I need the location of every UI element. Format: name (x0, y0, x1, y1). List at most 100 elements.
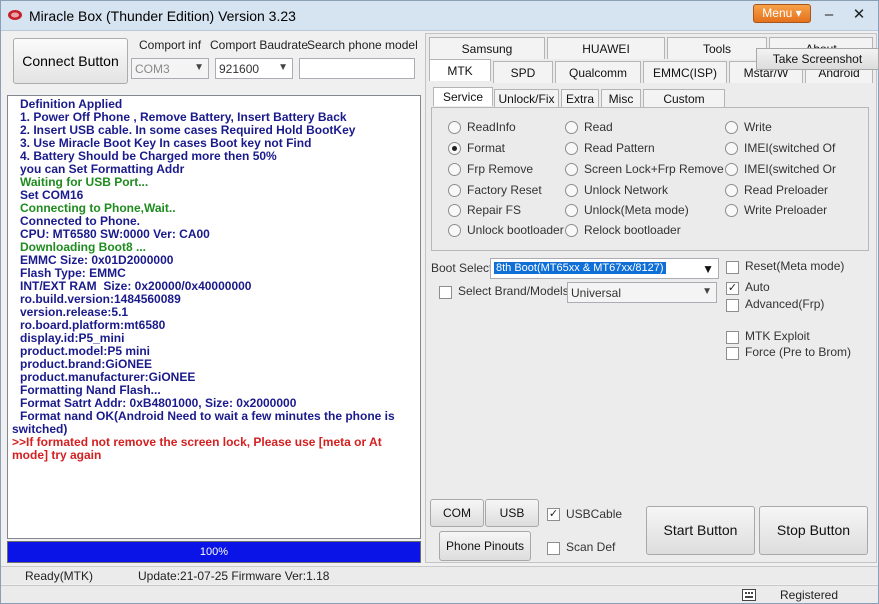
baud-select[interactable]: 921600 ▼ (215, 58, 293, 79)
tab-emmc-isp[interactable]: EMMC(ISP) (643, 61, 727, 83)
option-read-pattern-label: Read Pattern (584, 141, 655, 155)
radio-read[interactable] (565, 121, 578, 134)
radio-factory-reset[interactable] (448, 184, 461, 197)
status-mode: Ready(MTK) (25, 569, 94, 583)
chevron-down-icon: ▾ (795, 6, 802, 20)
status-bar: Ready(MTK) Update:21-07-25 Firmware Ver:… (1, 566, 878, 584)
checkbox-advanced-frp[interactable] (726, 299, 739, 312)
force-brom-label: Force (Pre to Brom) (745, 345, 852, 359)
search-label: Search phone model (307, 38, 418, 52)
radio-write-preloader[interactable] (725, 204, 738, 217)
scan-def-label: Scan Def (566, 540, 616, 554)
subtab-service[interactable]: Service (433, 87, 493, 106)
advanced-frp-label: Advanced(Frp) (745, 297, 825, 311)
baud-value: 921600 (219, 62, 260, 76)
subtab-unlock-fix[interactable]: Unlock/Fix (494, 89, 559, 108)
option-read-label: Read (584, 120, 613, 134)
option-screen-lock-frp-label: Screen Lock+Frp Remove (584, 162, 724, 176)
boot-select-label: Boot Select: (431, 261, 496, 275)
window-title: Miracle Box (Thunder Edition) Version 3.… (29, 8, 296, 24)
title-bar: Miracle Box (Thunder Edition) Version 3.… (1, 1, 878, 31)
log-line: Format nand OK(Android Need to wait a fe… (12, 409, 399, 436)
option-read-preloader-label: Read Preloader (744, 183, 829, 197)
dropdown-arrow-icon: ▼ (702, 286, 712, 297)
take-screenshot-button[interactable]: Take Screenshot (756, 48, 879, 70)
radio-repair-fs[interactable] (448, 204, 461, 217)
start-button[interactable]: Start Button (646, 506, 755, 555)
option-repair-fs-label: Repair FS (467, 203, 522, 217)
radio-imei-off[interactable] (725, 142, 738, 155)
option-unlock-meta-label: Unlock(Meta mode) (584, 203, 689, 217)
radio-imei-on[interactable] (725, 163, 738, 176)
menu-label: Menu (762, 6, 793, 20)
comport-label: Comport inf (139, 38, 202, 52)
tab-tools[interactable]: Tools (667, 37, 767, 59)
radio-unlock-bootloader[interactable] (448, 224, 461, 237)
phone-pinouts-button[interactable]: Phone Pinouts (439, 531, 531, 561)
subtab-misc[interactable]: Misc (601, 89, 641, 108)
brand-select-value: Universal (571, 286, 622, 300)
progress-label: 100% (199, 546, 229, 558)
app-window: Miracle Box (Thunder Edition) Version 3.… (0, 0, 879, 604)
usb-scan-button[interactable]: USB Scan (485, 499, 539, 546)
menu-button[interactable]: Menu ▾ (753, 4, 811, 23)
radio-read-preloader[interactable] (725, 184, 738, 197)
subtab-extra[interactable]: Extra (561, 89, 599, 108)
radio-write[interactable] (725, 121, 738, 134)
tab-spd[interactable]: SPD (493, 61, 553, 83)
dropdown-arrow-icon: ▼ (702, 262, 714, 276)
checkbox-reset-meta[interactable] (726, 261, 739, 274)
connect-button[interactable]: Connect Button (13, 38, 128, 84)
option-frp-remove-label: Frp Remove (467, 162, 534, 176)
subtab-custom-setting[interactable]: Custom Setting (643, 89, 725, 124)
checkbox-auto[interactable]: ✓ (726, 282, 739, 295)
option-write-label: Write (744, 120, 772, 134)
com-scan-button[interactable]: COM Scan (430, 499, 484, 546)
log-output: Definition Applied 1. Power Off Phone , R… (7, 95, 421, 539)
option-imei-on-label: IMEI(switched Or (744, 162, 837, 176)
option-write-preloader-label: Write Preloader (744, 203, 828, 217)
mtk-exploit-label: MTK Exploit (745, 329, 810, 343)
checkbox-force-brom[interactable] (726, 347, 739, 360)
boot-select[interactable]: 8th Boot(MT65xx & MT67xx/8127) ▼ (490, 258, 719, 279)
radio-screen-lock-frp[interactable] (565, 163, 578, 176)
checkbox-mtk-exploit[interactable] (726, 331, 739, 344)
minimize-button[interactable]: – (817, 5, 841, 25)
radio-format[interactable] (448, 142, 461, 155)
usbcable-label: USBCable (566, 507, 623, 521)
dropdown-arrow-icon: ▼ (278, 62, 288, 73)
auto-label: Auto (745, 280, 770, 294)
brand-select[interactable]: Universal ▼ (567, 282, 717, 303)
registration-bar: Registered (1, 585, 878, 603)
checkbox-select-brand[interactable] (439, 286, 452, 299)
radio-readinfo[interactable] (448, 121, 461, 134)
connection-panel: Connect Button Comport inf COM3 ▼ Compor… (9, 33, 421, 91)
option-factory-reset-label: Factory Reset (467, 183, 542, 197)
tab-huawei[interactable]: HUAWEI (547, 37, 665, 59)
option-format-label: Format (467, 141, 506, 155)
stop-button[interactable]: Stop Button (759, 506, 868, 555)
keyboard-icon (742, 589, 756, 601)
select-brand-label: Select Brand/Models (458, 284, 569, 298)
boot-select-value: 8th Boot(MT65xx & MT67xx/8127) (494, 262, 666, 274)
radio-unlock-meta[interactable] (565, 204, 578, 217)
radio-relock-bootloader[interactable] (565, 224, 578, 237)
progress-bar: 100% (7, 541, 421, 563)
option-unlock-bootloader-label: Unlock bootloader (467, 223, 564, 237)
tab-samsung[interactable]: Samsung (429, 37, 545, 59)
tab-qualcomm[interactable]: Qualcomm (555, 61, 641, 83)
dropdown-arrow-icon: ▼ (194, 62, 204, 73)
search-phone-input[interactable] (299, 58, 415, 79)
baud-label: Comport Baudrate (210, 38, 309, 52)
log-line: >>If formated not remove the screen lock… (12, 435, 386, 462)
checkbox-usbcable[interactable]: ✓ (547, 508, 560, 521)
tab-mtk[interactable]: MTK (429, 59, 491, 81)
status-update: Update:21-07-25 Firmware Ver:1.18 (138, 569, 330, 583)
comport-select[interactable]: COM3 ▼ (131, 58, 209, 79)
radio-read-pattern[interactable] (565, 142, 578, 155)
close-button[interactable]: ✕ (847, 5, 871, 25)
radio-frp-remove[interactable] (448, 163, 461, 176)
reset-meta-label: Reset(Meta mode) (745, 259, 845, 273)
radio-unlock-network[interactable] (565, 184, 578, 197)
checkbox-scan-def[interactable] (547, 542, 560, 555)
